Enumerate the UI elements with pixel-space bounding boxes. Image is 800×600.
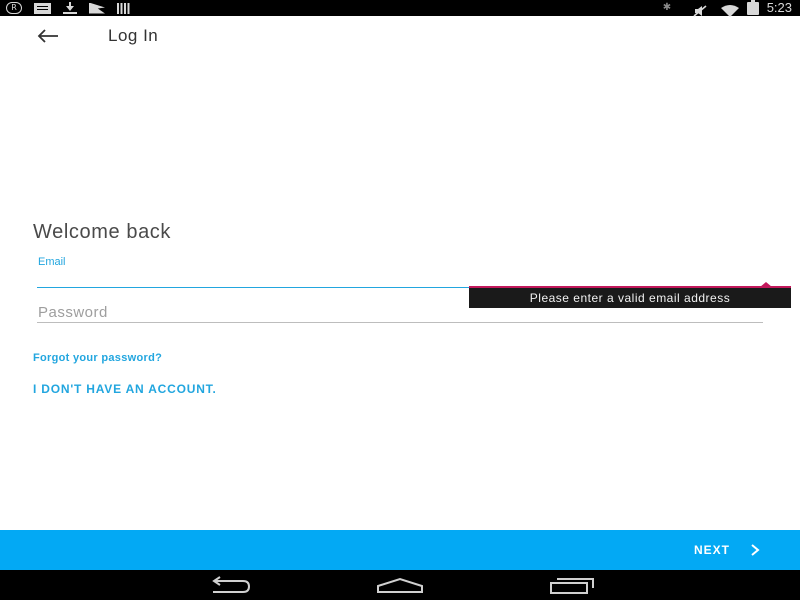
download-icon (63, 2, 77, 14)
no-account-link[interactable]: I DON'T HAVE AN ACCOUNT. (33, 382, 217, 396)
back-button[interactable] (34, 26, 62, 46)
arrow-left-icon (37, 29, 58, 43)
nav-recents-button[interactable] (547, 574, 597, 596)
notification-icons: R (6, 1, 143, 15)
system-icons: ✱ 5:23 (662, 0, 792, 17)
nav-back-button[interactable] (204, 574, 254, 596)
wifi-icon (720, 2, 739, 17)
chevron-right-icon (751, 544, 760, 556)
message-icon (34, 2, 51, 14)
page-title: Log In (108, 26, 159, 45)
welcome-heading: Welcome back (33, 221, 171, 243)
forgot-password-link[interactable]: Forgot your password? (33, 352, 162, 364)
status-bar: R ✱ 5:23 (0, 0, 800, 17)
barcode-icon (117, 2, 131, 14)
play-store-icon (89, 2, 105, 14)
clock: 5:23 (766, 0, 792, 15)
bluetooth-icon: ✱ (662, 2, 672, 13)
password-field[interactable] (37, 303, 763, 323)
r-badge-icon: R (6, 2, 22, 14)
nav-home-button[interactable] (374, 574, 426, 596)
action-bar: NEXT (0, 530, 800, 570)
email-field[interactable] (37, 268, 763, 288)
next-label: NEXT (693, 543, 730, 557)
battery-icon (746, 0, 759, 15)
back-nav-icon (212, 576, 251, 593)
next-button[interactable]: NEXT (694, 530, 760, 570)
mute-icon (693, 2, 707, 17)
recents-nav-icon (550, 578, 594, 594)
home-nav-icon (377, 577, 423, 593)
email-label: Email (38, 256, 66, 268)
navigation-bar (0, 570, 800, 600)
